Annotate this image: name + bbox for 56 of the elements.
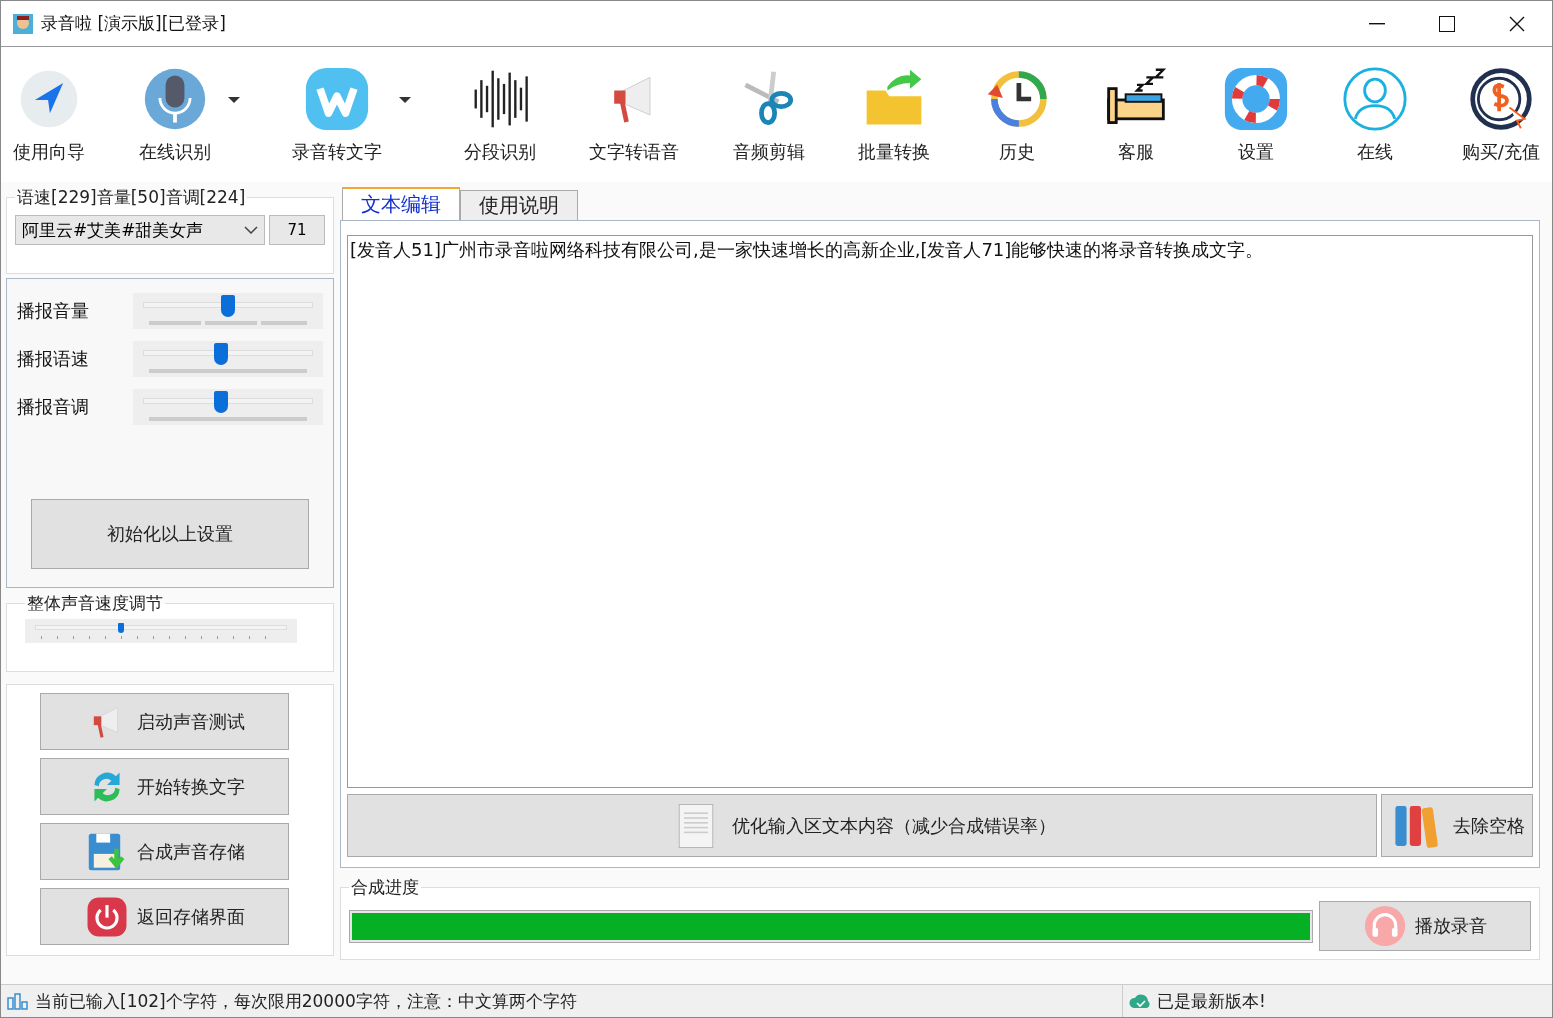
action-button[interactable]: 启动声音测试: [40, 693, 289, 750]
slider[interactable]: [25, 619, 297, 643]
action-button[interactable]: 合成声音存储: [40, 823, 289, 880]
slider-label: 播报音量: [17, 299, 89, 323]
slider[interactable]: [133, 389, 323, 425]
chevron-down-icon: [244, 226, 258, 234]
close-icon: [1509, 15, 1525, 32]
toolbar-button[interactable]: 文字转语音: [587, 61, 682, 168]
w-icon: [304, 65, 371, 132]
toolbar-button[interactable]: 在线: [1340, 61, 1411, 168]
slider[interactable]: [133, 293, 323, 329]
toolbar-button[interactable]: 设置: [1220, 61, 1291, 168]
slider-label: 播报语速: [17, 347, 89, 371]
play-button[interactable]: 播放录音: [1319, 901, 1531, 951]
lifebuoy-icon: [1222, 65, 1289, 132]
toolbar-button[interactable]: 客服: [1101, 61, 1172, 168]
toolbar-button[interactable]: 历史: [981, 61, 1052, 168]
app-icon: [13, 13, 33, 34]
slider-thumb[interactable]: [214, 343, 229, 365]
slider[interactable]: [133, 341, 323, 377]
bar-chart-icon: [7, 992, 29, 1010]
slider-thumb[interactable]: [118, 623, 124, 633]
voice-dropdown[interactable]: 阿里云#艾美#甜美女声: [15, 215, 265, 245]
action-button[interactable]: 开始转换文字: [40, 758, 289, 815]
tab[interactable]: 文本编辑: [342, 187, 460, 220]
editor-button[interactable]: 去除空格: [1381, 794, 1533, 857]
user-icon: [1342, 65, 1409, 132]
action-button[interactable]: 返回存储界面: [40, 888, 289, 945]
slider-thumb[interactable]: [214, 391, 229, 413]
toolbar-button[interactable]: 分段识别: [461, 61, 538, 168]
tab[interactable]: 使用说明: [460, 190, 578, 220]
text-editor[interactable]: [发音人51]广州市录音啦网络科技有限公司,是一家快速增长的高新企业,[发音人71]能够快速的将录音转换成文字。: [347, 235, 1533, 788]
caret-icon[interactable]: [226, 95, 241, 104]
toolbar-button[interactable]: 音频剪辑: [730, 61, 807, 168]
editor-button[interactable]: 优化输入区文本内容（减少合成错误率）: [347, 794, 1377, 857]
group-legend: 语速[229]音量[50]音调[224]: [15, 186, 248, 209]
toolbar-button[interactable]: 在线识别: [136, 61, 213, 168]
reset-button[interactable]: 初始化以上设置: [31, 499, 309, 569]
slider-label: 播报音调: [17, 395, 89, 419]
dollar-icon: [1467, 65, 1534, 132]
headphones-icon: [1363, 904, 1407, 948]
minimize-icon: [1369, 22, 1385, 25]
toolbar-button[interactable]: 录音转文字: [290, 61, 385, 168]
toolbar-button[interactable]: 使用向导: [11, 61, 87, 168]
toolbar-button[interactable]: 批量转换: [856, 61, 933, 168]
caret-icon[interactable]: [398, 95, 413, 104]
window-title: 录音啦 [演示版][已登录]: [41, 12, 227, 35]
status-text: 已是最新版本!: [1157, 989, 1266, 1013]
group-legend: 整体声音速度调节: [25, 592, 165, 615]
slider-thumb[interactable]: [221, 295, 235, 317]
group-legend: 合成进度: [349, 876, 421, 899]
voice-number: 71: [269, 215, 325, 245]
cloud-check-icon: [1129, 993, 1151, 1009]
maximize-icon: [1439, 15, 1455, 32]
status-text: 当前已输入[102]个字符，每次限用20000字符，注意：中文算两个字符: [35, 989, 577, 1013]
toolbar-button[interactable]: 购买/充值: [1459, 61, 1542, 168]
